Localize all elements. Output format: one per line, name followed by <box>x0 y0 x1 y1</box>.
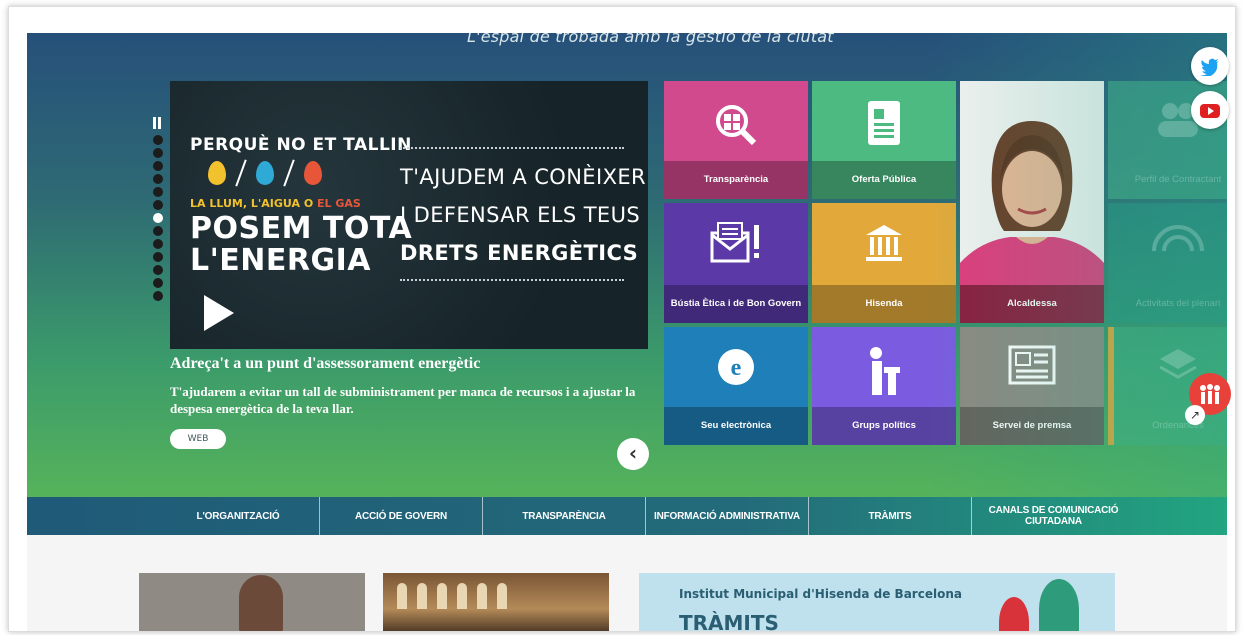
main-menu: L'ORGANITZACIÓ ACCIÓ DE GOVERN TRANSPARÈ… <box>27 497 1227 535</box>
banner-title: Institut Municipal d'Hisenda de Barcelon… <box>679 587 962 601</box>
menu-item-organitzacio[interactable]: L'ORGANITZACIÓ <box>157 497 320 535</box>
slider-image[interactable]: PERQUÈ NO ET TALLIN LA LLUM, L'AIGUA O E… <box>170 81 648 349</box>
mail-alert-icon <box>664 221 808 272</box>
tile-label: Oferta Pública <box>812 161 956 199</box>
twitter-button[interactable] <box>1191 47 1229 85</box>
site-tagline: L'espai de trobada amb la gestió de la c… <box>467 33 834 46</box>
document-icon <box>812 99 956 152</box>
people-group-icon <box>1200 384 1220 405</box>
menu-item-canals-comunicacio[interactable]: CANALS DE COMUNICACIÓ CIUTADANA <box>972 497 1135 535</box>
slider-pagination <box>152 117 166 304</box>
pause-icon[interactable] <box>153 117 163 129</box>
dotted-rule <box>400 147 624 149</box>
slide-right-line-3: DRETS ENERGÈTICS <box>400 241 639 265</box>
tile-label: Seu electrònica <box>664 407 808 445</box>
tile-activitats-plenari[interactable]: Activitats del plenari <box>1108 203 1227 323</box>
window-shape <box>437 583 447 609</box>
twitter-icon <box>1200 58 1219 78</box>
window-shape <box>497 583 507 609</box>
tile-alcaldessa[interactable]: Alcaldessa <box>960 81 1104 323</box>
news-card-hall[interactable] <box>383 573 609 631</box>
newspaper-icon <box>960 345 1104 390</box>
slider-prev-button[interactable]: ‹ <box>617 438 649 470</box>
news-photo <box>239 575 283 631</box>
tile-transparencia[interactable]: Transparència <box>664 81 808 199</box>
tile-seu-electronica[interactable]: e Seu electrònica <box>664 327 808 445</box>
window-shape <box>477 583 487 609</box>
browser-viewport: L'espai de trobada amb la gestió de la c… <box>8 6 1236 632</box>
mayor-portrait <box>960 81 1104 285</box>
hero-section: L'espai de trobada amb la gestió de la c… <box>27 33 1227 503</box>
e-circle-icon: e <box>664 345 808 394</box>
lightbulb-icon <box>208 161 226 185</box>
tile-grups-politics[interactable]: Grups polítics <box>812 327 956 445</box>
tile-label: Grups polítics <box>812 407 956 445</box>
slider-dot[interactable] <box>153 226 163 236</box>
web-button[interactable]: WEB <box>170 429 226 449</box>
slider-dot[interactable] <box>153 291 163 301</box>
external-link-icon[interactable]: ↗ <box>1185 405 1205 425</box>
tile-servei-premsa[interactable]: Servei de premsa <box>960 327 1104 445</box>
menu-item-accio-govern[interactable]: ACCIÓ DE GOVERN <box>320 497 483 535</box>
utility-icons <box>208 159 322 187</box>
slider-dot[interactable] <box>153 278 163 288</box>
tile-oferta-publica[interactable]: Oferta Pública <box>812 81 956 199</box>
slider-dot[interactable] <box>153 174 163 184</box>
banner-hisenda[interactable]: Institut Municipal d'Hisenda de Barcelon… <box>639 573 1115 632</box>
youtube-icon <box>1200 104 1220 119</box>
banner-subtitle: TRÀMITS <box>679 611 779 632</box>
slider-dot[interactable] <box>153 148 163 158</box>
divider <box>235 159 247 187</box>
tile-label: Perfil de Contractant <box>1134 174 1222 185</box>
slide-headline: PERQUÈ NO ET TALLIN <box>190 135 412 155</box>
slider-dot[interactable] <box>153 187 163 197</box>
tile-bustia-etica[interactable]: Bústia Ètica i de Bon Govern <box>664 203 808 323</box>
slider-dot[interactable] <box>153 252 163 262</box>
slider-dot[interactable] <box>153 161 163 171</box>
slider-dot[interactable] <box>153 265 163 275</box>
tile-label: Transparència <box>664 161 808 199</box>
menu-item-tramits[interactable]: TRÀMITS <box>809 497 972 535</box>
divider <box>283 159 295 187</box>
slide-right-line-1: T'AJUDEM A CONÈIXER <box>400 165 647 189</box>
bank-icon <box>812 221 956 270</box>
decorative-shape <box>999 597 1029 631</box>
tile-hisenda[interactable]: Hisenda <box>812 203 956 323</box>
window-shape <box>417 583 427 609</box>
speaker-podium-icon <box>812 345 956 402</box>
svg-text:e: e <box>731 355 742 381</box>
play-icon[interactable] <box>204 295 234 331</box>
news-section: Institut Municipal d'Hisenda de Barcelon… <box>27 535 1227 632</box>
slide-subline: LA LLUM, L'AIGUA O EL GAS <box>190 197 361 210</box>
tile-label: Hisenda <box>812 285 956 323</box>
window-shape <box>457 583 467 609</box>
menu-item-transparencia[interactable]: TRANSPARÈNCIA <box>483 497 646 535</box>
decorative-shape <box>1039 579 1079 631</box>
window-shape <box>397 583 407 609</box>
menu-item-informacio-administrativa[interactable]: INFORMACIÓ ADMINISTRATIVA <box>646 497 809 535</box>
slider-dot[interactable] <box>153 135 163 145</box>
news-card-mayor[interactable] <box>139 573 365 631</box>
flame-icon <box>304 161 322 185</box>
magnifier-crest-icon <box>664 99 808 156</box>
dotted-rule <box>400 279 624 281</box>
tile-label: Activitats del plenari <box>1135 298 1221 309</box>
slider-dot-active[interactable] <box>153 213 163 223</box>
slide-right-line-2: I DEFENSAR ELS TEUS <box>400 203 641 227</box>
tile-label: Alcaldessa <box>960 285 1104 323</box>
tile-label: Bústia Ètica i de Bon Govern <box>664 285 808 323</box>
water-drop-icon <box>256 161 274 185</box>
slide-description: T'ajudarem a evitar un tall de subminist… <box>170 384 636 416</box>
tile-label: Servei de premsa <box>960 407 1104 445</box>
slide-big-text: POSEM TOTA L'ENERGIA <box>190 211 413 278</box>
slide-title[interactable]: Adreça't a un punt d'assessorament energ… <box>170 355 480 373</box>
slider-dot[interactable] <box>153 200 163 210</box>
youtube-button[interactable] <box>1191 91 1229 129</box>
slider-dot[interactable] <box>153 239 163 249</box>
assembly-icon <box>1108 221 1227 258</box>
